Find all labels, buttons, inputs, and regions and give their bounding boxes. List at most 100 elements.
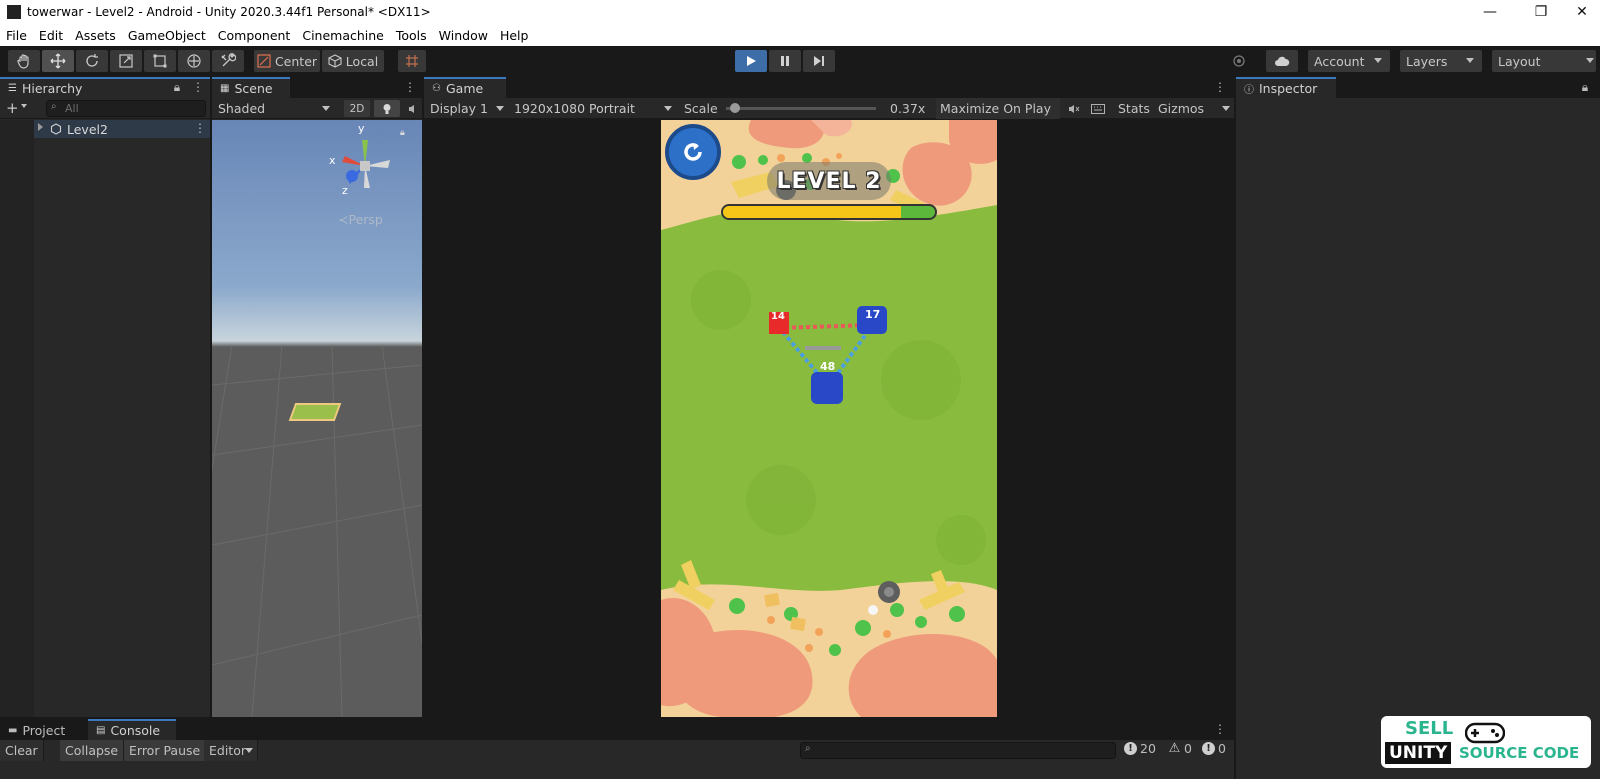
lightbulb-icon (383, 103, 391, 114)
hierarchy-search-input[interactable]: ⌕ All (46, 100, 206, 117)
hierarchy-gutter (0, 120, 34, 717)
chevron-down-icon (322, 106, 330, 111)
scene-audio-button[interactable] (406, 100, 420, 117)
error-count[interactable]: ! 0 (1202, 741, 1226, 756)
menu-component[interactable]: Component (218, 28, 291, 43)
transform-icon (187, 54, 201, 68)
warning-count[interactable]: ⚠ 0 (1168, 741, 1192, 756)
stats-button[interactable]: Stats (1114, 98, 1152, 119)
gizmo-lock-icon[interactable]: 🔒︎ (400, 128, 405, 138)
rect-tool-button[interactable] (144, 50, 176, 72)
maximize-on-play-button[interactable]: Maximize On Play (936, 98, 1060, 119)
collab-button[interactable] (1226, 50, 1252, 72)
scale-value: 0.37x (890, 101, 926, 116)
pause-icon (781, 56, 789, 66)
menu-gameobject[interactable]: GameObject (128, 28, 206, 43)
minimize-button[interactable]: — (1467, 0, 1513, 24)
restart-button[interactable] (665, 124, 721, 180)
console-menu-button[interactable]: ⋮ (1214, 722, 1226, 736)
grid-snap-button[interactable] (398, 50, 426, 72)
scale-slider-thumb[interactable] (730, 103, 741, 113)
blue-tower-main-count[interactable]: 48 (820, 360, 835, 373)
pivot-label: Center (274, 53, 318, 69)
move-tool-button[interactable] (42, 50, 74, 72)
tab-scene[interactable]: ▦ Scene (212, 77, 290, 98)
close-window-button[interactable]: ✕ (1564, 0, 1600, 24)
hierarchy-tabstrip: ☰ Hierarchy 🔒︎ ⋮ (0, 77, 210, 98)
scene-tabstrip: ▦ Scene ⋮ (212, 77, 422, 98)
tab-inspector[interactable]: ⓘ Inspector (1236, 77, 1336, 98)
restore-button[interactable]: ❐ (1518, 0, 1564, 24)
blue-tower-top-count[interactable]: 17 (865, 308, 880, 321)
console-tabstrip: ▬ Project ▤ Console ⋮ (0, 719, 1234, 740)
clear-button[interactable]: Clear (0, 740, 44, 761)
resolution-dropdown[interactable]: 1920x1080 Portrait (510, 99, 676, 118)
scene-lighting-button[interactable] (374, 100, 400, 117)
menu-help[interactable]: Help (500, 28, 529, 43)
gizmos-dropdown[interactable]: Gizmos (1154, 98, 1234, 119)
layers-dropdown[interactable]: Layers (1400, 50, 1482, 72)
hierarchy-list-icon: ☰ (8, 83, 17, 94)
menu-tools[interactable]: Tools (396, 28, 427, 43)
scale-slider[interactable] (726, 103, 876, 113)
hierarchy-search-bar: + ⌕ All (0, 98, 210, 119)
scale-tool-button[interactable] (110, 50, 142, 72)
rotate-tool-button[interactable] (76, 50, 108, 72)
lock-icon[interactable]: 🔒︎ (172, 80, 182, 94)
log-count[interactable]: ! 20 (1124, 741, 1156, 756)
game-toolbar: Display 1 1920x1080 Portrait Scale 0.37x… (424, 98, 1234, 119)
mute-audio-button[interactable] (1064, 101, 1084, 116)
transform-tool-button[interactable] (178, 50, 210, 72)
clear-label: Clear (5, 743, 38, 758)
tab-game[interactable]: ⚇ Game (424, 77, 506, 98)
toggle-2d-button[interactable]: 2D (344, 100, 370, 117)
row-menu-icon[interactable]: ⋮ (194, 121, 206, 135)
editor-dropdown[interactable]: Editor (204, 740, 258, 761)
display-dropdown[interactable]: Display 1 (426, 99, 508, 118)
step-button[interactable] (803, 50, 835, 72)
orientation-gizmo[interactable] (330, 126, 400, 206)
tab-project[interactable]: ▬ Project (0, 719, 88, 740)
shading-mode-dropdown[interactable]: Shaded (214, 99, 338, 118)
level-progress-fill (723, 206, 902, 218)
chevron-down-icon (496, 106, 504, 111)
menu-edit[interactable]: Edit (39, 28, 63, 43)
add-button[interactable]: + (6, 99, 19, 117)
game-tab-label: Game (445, 81, 484, 96)
scene-menu-button[interactable]: ⋮ (404, 80, 416, 94)
projection-text: Persp (348, 212, 383, 227)
pause-button[interactable] (769, 50, 801, 72)
tab-console[interactable]: ▤ Console (88, 719, 176, 740)
scene-panel: ▦ Scene ⋮ Shaded 2D y x z 🔒︎ ≺Persp (212, 77, 422, 717)
expand-arrow-icon[interactable] (38, 123, 43, 131)
menu-file[interactable]: File (6, 28, 27, 43)
pivot-center-button[interactable]: Center (254, 50, 320, 72)
menu-cinemachine[interactable]: Cinemachine (302, 28, 384, 43)
menu-window[interactable]: Window (439, 28, 488, 43)
collapse-button[interactable]: Collapse (60, 740, 125, 761)
console-search-input[interactable]: ⌕ (800, 742, 1116, 759)
title-bar: towerwar - Level2 - Android - Unity 2020… (0, 0, 1600, 24)
space-local-button[interactable]: Local (322, 50, 384, 72)
game-menu-button[interactable]: ⋮ (1214, 80, 1226, 94)
game-tabstrip: ⚇ Game ⋮ (424, 77, 1234, 98)
hierarchy-menu-button[interactable]: ⋮ (192, 80, 204, 94)
folder-icon: ▬ (8, 725, 18, 736)
custom-tool-button[interactable] (212, 50, 244, 72)
menu-assets[interactable]: Assets (75, 28, 116, 43)
red-tower-count[interactable]: 14 (771, 311, 785, 322)
game-view[interactable]: LEVEL 2 14 17 48 (661, 120, 997, 717)
lock-icon[interactable]: 🔒︎ (1580, 80, 1590, 94)
play-button[interactable] (735, 50, 767, 72)
chevron-down-icon (1586, 58, 1594, 63)
keyboard-shortcuts-button[interactable] (1088, 101, 1108, 116)
error-pause-button[interactable]: Error Pause (124, 740, 207, 761)
scene-level-object[interactable] (288, 403, 342, 421)
cloud-button[interactable] (1266, 50, 1298, 72)
collapse-label: Collapse (65, 743, 119, 758)
hand-tool-button[interactable] (8, 50, 40, 72)
layout-dropdown[interactable]: Layout (1492, 50, 1596, 72)
scene-viewport[interactable]: y x z 🔒︎ ≺Persp (212, 120, 422, 717)
account-dropdown[interactable]: Account (1308, 50, 1390, 72)
projection-label[interactable]: ≺Persp (338, 212, 383, 227)
